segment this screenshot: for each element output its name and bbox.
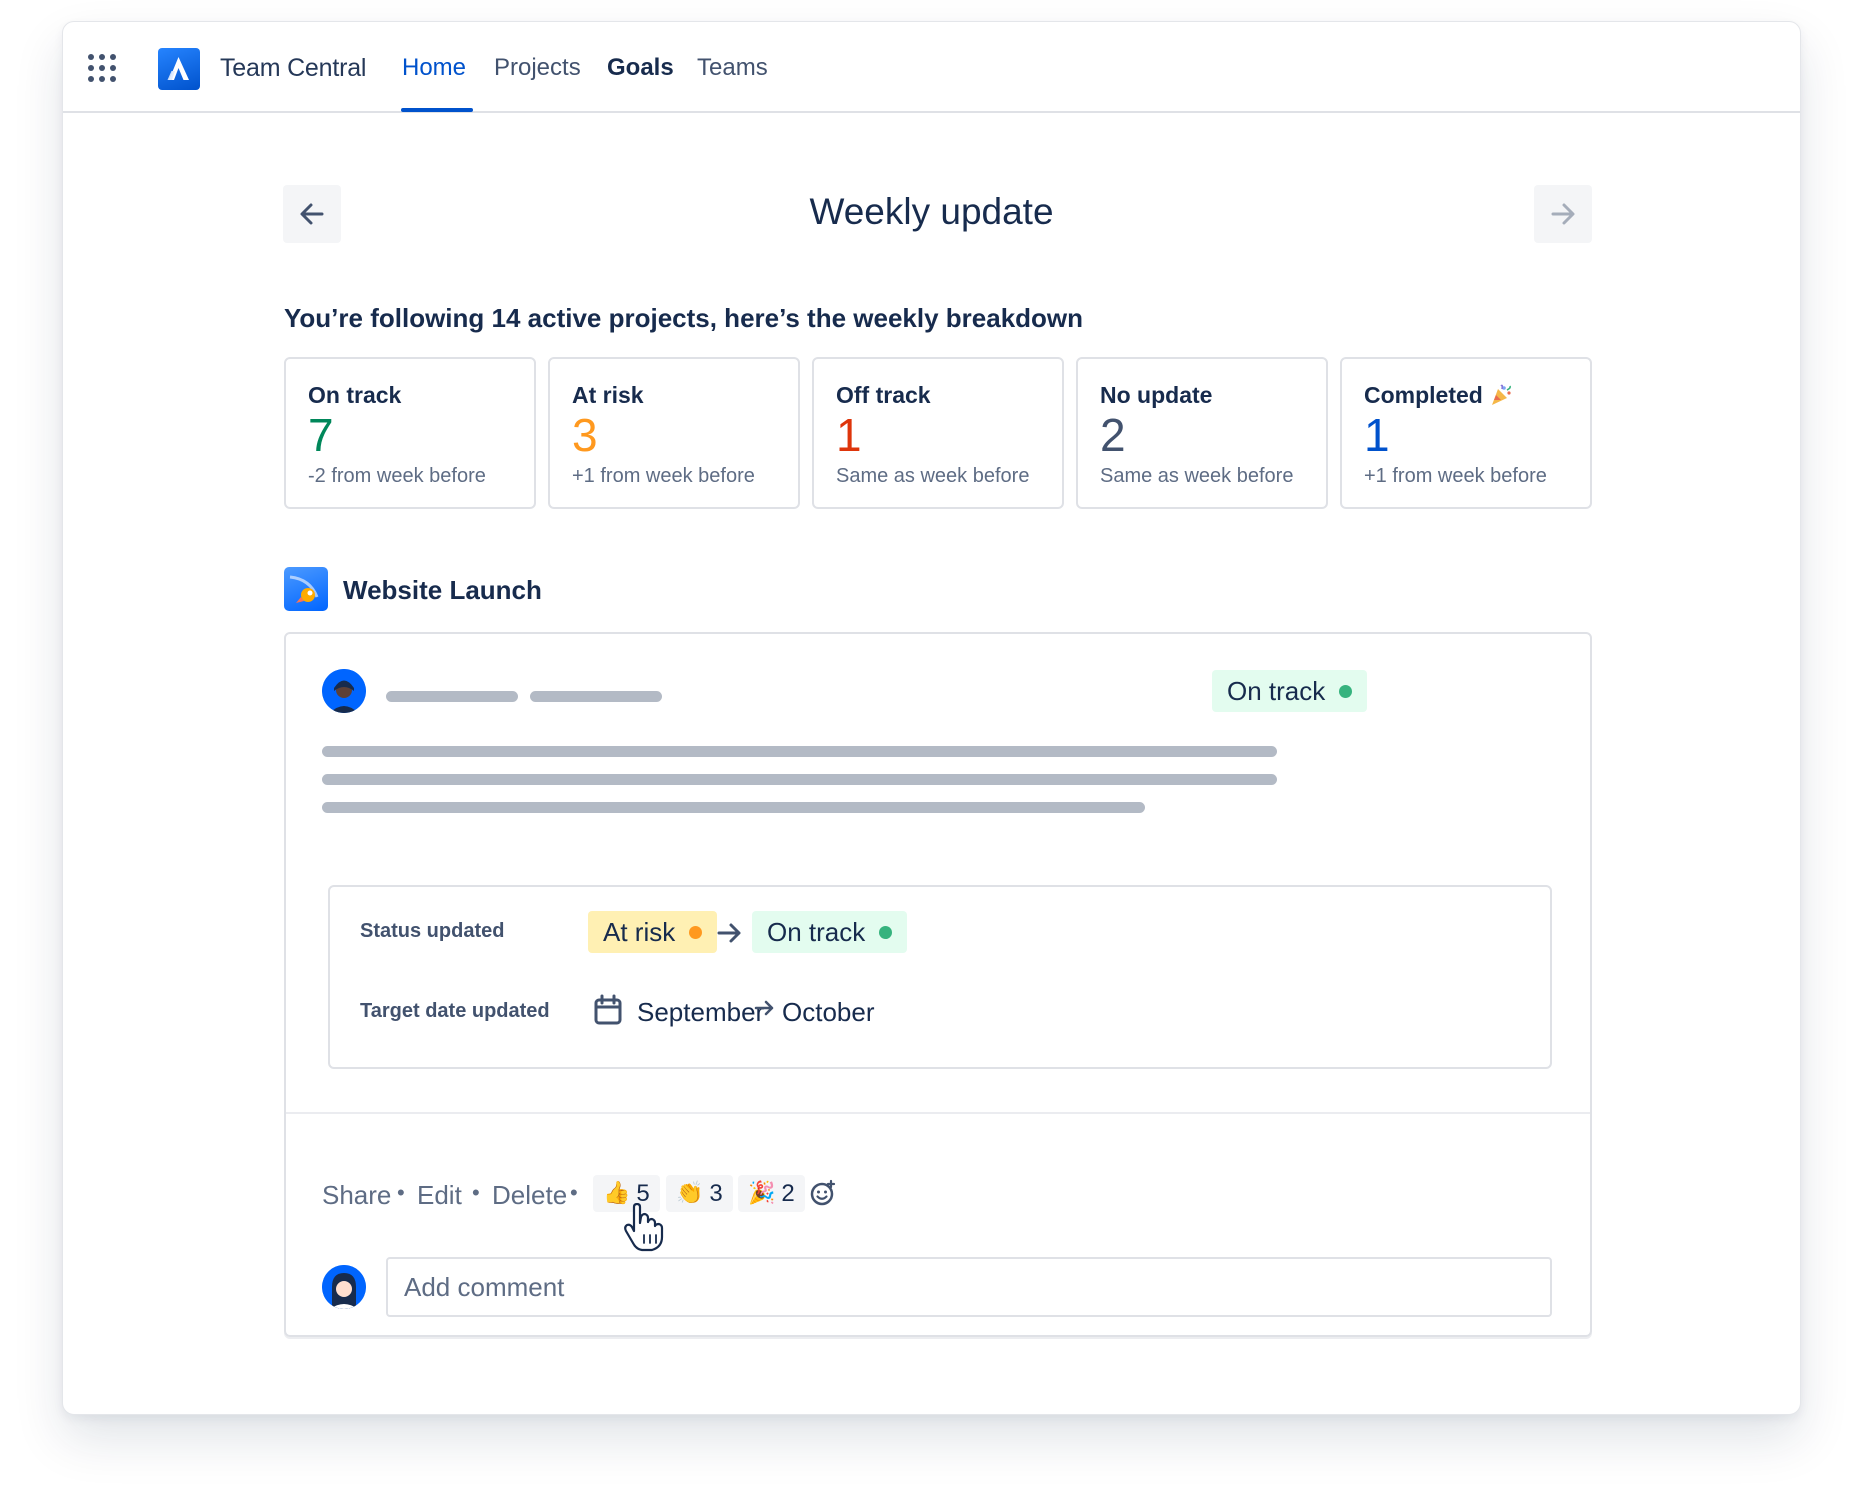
status-dot [1339,684,1353,698]
card-label: On track [308,381,402,408]
status-summary-cards: On track 7 -2 from week before At risk 3… [284,357,1592,509]
new-status-lozenge: On track [752,911,908,953]
card-label: No update [1100,381,1213,408]
card-value: 1 [1364,409,1390,461]
update-text-line [322,802,1145,813]
card-divider [286,1112,1590,1114]
reaction-clapping-hands[interactable]: 👏 3 [666,1175,733,1212]
party-popper-icon: 🎉 [748,1181,776,1206]
previous-status-lozenge: At risk [588,911,718,953]
active-tab-indicator [401,108,473,112]
breakdown-summary-text: You’re following 14 active projects, her… [284,303,1084,333]
card-value: 3 [572,409,598,461]
author-name-placeholder [386,691,518,702]
author-avatar[interactable] [322,669,366,713]
status-label: On track [1227,675,1326,706]
summary-card-off-track[interactable]: Off track 1 Same as week before [812,357,1064,509]
reaction-party-popper[interactable]: 🎉 2 [738,1175,805,1212]
summary-card-no-update[interactable]: No update 2 Same as week before [1076,357,1328,509]
card-label: Off track [836,381,931,408]
add-comment-input[interactable] [386,1257,1552,1317]
change-summary-box: Status updated At risk On track Target d… [328,885,1552,1069]
status-dot [689,925,703,939]
update-text-line [322,746,1277,757]
reaction-count: 3 [709,1179,723,1207]
card-delta: Same as week before [1100,465,1294,487]
nav-home[interactable]: Home [402,54,466,82]
card-value: 7 [308,409,334,461]
edit-link[interactable]: Edit [417,1180,462,1211]
card-value: 2 [1100,409,1126,461]
separator-dot: • [570,1180,578,1205]
calendar-icon [594,994,622,1025]
card-label-row: Completed [1364,381,1568,409]
update-date-placeholder [530,691,662,702]
new-target-date: October [782,997,875,1027]
card-value: 1 [836,409,862,461]
arrow-right-icon [754,1000,774,1016]
reaction-count: 2 [781,1179,795,1207]
summary-card-completed[interactable]: Completed 1 +1 from week before [1340,357,1592,509]
summary-card-at-risk[interactable]: At risk 3 +1 from week before [548,357,800,509]
status-dot [879,925,893,939]
project-status-lozenge: On track [1212,670,1368,712]
card-delta: +1 from week before [1364,465,1547,487]
card-delta: +1 from week before [572,465,755,487]
nav-teams[interactable]: Teams [697,54,768,82]
nav-goals[interactable]: Goals [607,54,674,82]
card-delta: -2 from week before [308,465,486,487]
atlassian-logo-icon[interactable] [158,48,200,90]
top-navigation: Team Central Home Projects Goals Teams [63,22,1800,113]
summary-card-on-track[interactable]: On track 7 -2 from week before [284,357,536,509]
status-label: At risk [603,916,676,947]
party-popper-icon [1491,384,1511,405]
delete-link[interactable]: Delete [492,1180,567,1211]
project-name[interactable]: Website Launch [343,575,542,606]
status-updated-label: Status updated [360,920,505,942]
nav-projects[interactable]: Projects [494,54,581,82]
arrow-right-icon [717,923,741,943]
card-delta: Same as week before [836,465,1030,487]
app-window: Team Central Home Projects Goals Teams W… [62,21,1801,1415]
next-week-button[interactable] [1534,185,1592,243]
share-link[interactable]: Share [322,1180,391,1211]
arrow-right-icon [1551,203,1575,225]
hand-pointer-cursor-icon [624,1203,664,1252]
card-label: At risk [572,381,644,408]
project-update-card: On track Status updated At risk On track… [284,632,1592,1337]
brand-name[interactable]: Team Central [220,54,366,83]
separator-dot: • [397,1180,405,1205]
separator-dot: • [472,1180,480,1205]
card-label: Completed [1364,381,1483,408]
current-user-avatar [322,1265,366,1309]
add-reaction-icon[interactable] [808,1178,838,1208]
project-rocket-icon [284,567,328,611]
status-label: On track [767,916,866,947]
previous-target-date: September [637,997,765,1027]
app-switcher-icon[interactable] [88,54,116,82]
clapping-hands-icon: 👏 [676,1181,704,1206]
update-text-line [322,774,1277,785]
target-date-updated-label: Target date updated [360,1000,550,1022]
